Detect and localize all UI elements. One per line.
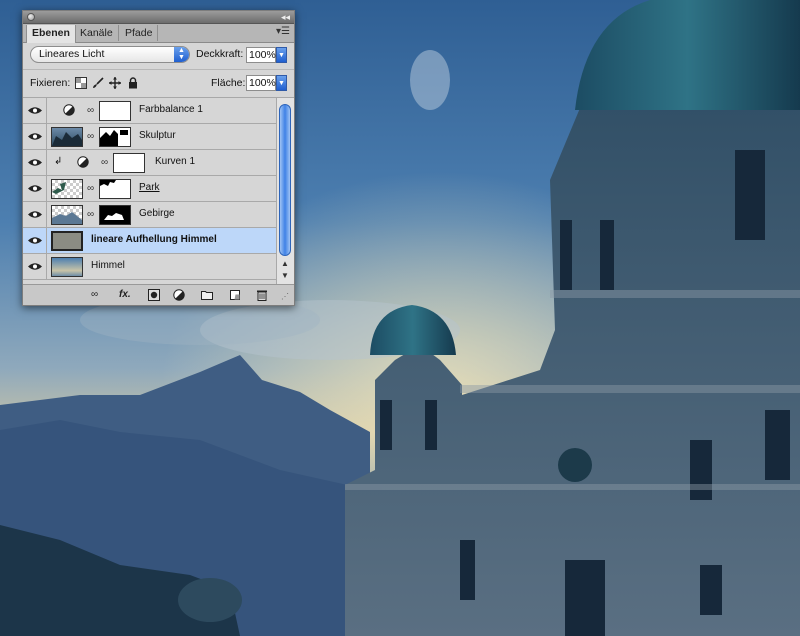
image-thumbnail[interactable] [51,127,83,147]
eye-icon[interactable] [23,228,47,253]
layer-name: Skulptur [139,130,176,141]
eye-icon[interactable] [23,202,47,227]
fill-thumbnail[interactable] [51,231,83,251]
white-mask-thumbnail[interactable] [99,101,131,121]
opacity-label: Deckkraft: [196,48,244,60]
eye-icon[interactable] [23,150,47,175]
layer-row-farbbalance[interactable]: ∞ Farbbalance 1 [23,98,276,124]
link-layers-icon[interactable]: ∞ [91,289,98,301]
layer-row-kurven[interactable]: ↲ ∞ Kurven 1 [23,150,276,176]
layer-name: Park [139,182,160,193]
panel-toolbar: ∞ fx. ⋰ [23,284,294,305]
layer-list: ∞ Farbbalance 1 ∞ Skulptur ↲ ∞ Kurven 1 … [23,98,276,284]
tab-ebenen[interactable]: Ebenen [26,25,76,43]
layer-name: Farbbalance 1 [139,104,203,115]
layer-row-skulptur[interactable]: ∞ Skulptur [23,124,276,150]
link-icon[interactable]: ∞ [87,183,94,194]
half-circle-icon [77,156,89,168]
panel-titlebar[interactable]: ◂◂ [23,11,294,24]
eye-icon[interactable] [23,254,47,279]
scroll-up-icon[interactable]: ▲ [281,259,289,268]
layer-row-park[interactable]: ∞ Park [23,176,276,202]
adjustment-layer-icon[interactable] [173,289,185,301]
park-mask-thumbnail[interactable] [99,179,131,199]
layer-name: Himmel [91,260,125,271]
fx-icon[interactable]: fx. [119,289,131,301]
fill-dropdown-icon[interactable]: ▼ [276,75,287,91]
eye-icon[interactable] [23,98,47,123]
mountain-mask-thumbnail[interactable] [99,205,131,225]
new-layer-icon[interactable] [229,289,241,301]
close-icon[interactable] [27,13,35,21]
panel-tabs: Ebenen Kanäle Pfade ▾☰ [23,24,294,43]
folder-icon[interactable] [201,289,213,301]
layers-panel: ◂◂ Ebenen Kanäle Pfade ▾☰ Lineares Licht… [22,10,295,306]
half-circle-icon [63,104,75,116]
layer-row-gebirge[interactable]: ∞ Gebirge [23,202,276,228]
resize-grip-icon[interactable]: ⋰ [281,292,289,304]
collapse-icon[interactable]: ◂◂ [281,11,290,23]
layer-row-himmel[interactable]: Himmel [23,254,276,280]
lock-row: Fixieren: Fläche: 100% ▼ [23,70,294,98]
move-icon[interactable] [109,77,121,89]
mask-icon[interactable] [148,289,160,301]
fill-field[interactable]: 100% [246,75,276,91]
link-icon[interactable]: ∞ [87,105,94,116]
lock-icon[interactable] [127,77,139,89]
eye-icon[interactable] [23,124,47,149]
lock-label: Fixieren: [30,77,71,89]
layer-name: Kurven 1 [155,156,196,167]
sculpture-mask-thumbnail[interactable] [99,127,131,147]
transparent-thumbnail[interactable] [51,205,83,225]
fill-label: Fläche: [211,77,246,89]
white-mask-thumbnail[interactable] [113,153,145,173]
scroll-down-icon[interactable]: ▼ [281,271,289,280]
sky-thumbnail[interactable] [51,257,83,277]
opacity-field[interactable]: 100% [246,47,276,63]
layer-row-aufhellung[interactable]: lineare Aufhellung Himmel [23,228,276,254]
blend-mode-select[interactable]: Lineares Licht ▲ ▼ [30,46,190,63]
brush-icon[interactable] [92,77,104,89]
tab-pfade[interactable]: Pfade [120,25,159,41]
link-icon[interactable]: ∞ [87,131,94,142]
transparent-thumbnail[interactable] [51,179,83,199]
link-icon[interactable]: ∞ [101,157,108,168]
clip-arrow-icon: ↲ [54,156,63,167]
eye-icon[interactable] [23,176,47,201]
scrollbar-thumb[interactable] [279,104,291,256]
layer-scrollbar[interactable]: ▲ ▼ [276,98,294,284]
layer-name: Gebirge [139,208,175,219]
layer-name: lineare Aufhellung Himmel [91,234,217,245]
blend-row: Lineares Licht ▲ ▼ Deckkraft: 100% ▼ [23,43,294,70]
trash-icon[interactable] [256,289,268,301]
blend-mode-value: Lineares Licht [39,48,105,60]
opacity-dropdown-icon[interactable]: ▼ [276,47,287,63]
lock-transparency-icon[interactable] [75,77,87,89]
chevron-updown-icon: ▲ ▼ [174,47,189,62]
link-icon[interactable]: ∞ [87,209,94,220]
panel-menu-icon[interactable]: ▾☰ [276,26,290,37]
tab-kanaele[interactable]: Kanäle [75,25,119,41]
